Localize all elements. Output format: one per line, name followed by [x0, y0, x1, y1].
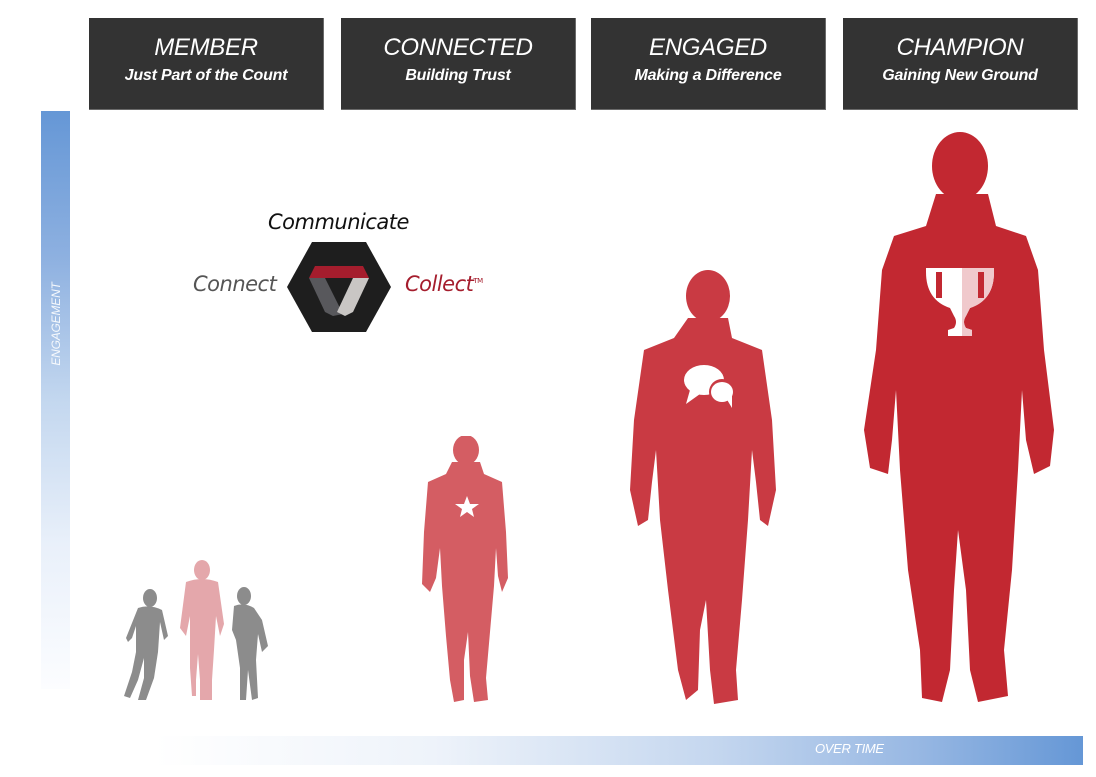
connected-figure	[416, 435, 512, 711]
member-person-right	[232, 587, 268, 700]
stage-header-champion: CHAMPION Gaining New Ground	[843, 18, 1078, 110]
stage-title: CONNECTED	[383, 34, 533, 61]
trademark-mark: TM	[473, 277, 483, 285]
member-person-center	[180, 560, 224, 700]
logo-word-connect: Connect	[193, 272, 277, 296]
collect-text: Collect	[405, 272, 474, 296]
connected-person-silhouette	[422, 435, 508, 702]
stage-title: MEMBER	[154, 34, 258, 61]
hexagon-logo-icon	[285, 240, 393, 334]
member-person-left	[124, 589, 168, 700]
stage-header-engaged: ENGAGED Making a Difference	[591, 18, 826, 110]
time-axis-label: OVER TIME	[815, 741, 884, 756]
champion-figure	[858, 130, 1068, 715]
logo-word-communicate: Communicate	[268, 210, 409, 234]
champion-person-silhouette	[864, 132, 1054, 702]
engagement-axis-label: ENGAGEMENT	[49, 282, 63, 366]
stage-header-connected: CONNECTED Building Trust	[341, 18, 576, 110]
engaged-person-silhouette	[630, 270, 776, 704]
logo-word-collect: CollectTM	[405, 272, 483, 296]
engaged-figure	[628, 270, 778, 715]
engagement-axis-bar	[41, 111, 70, 689]
member-figure-group	[120, 560, 280, 715]
stage-title: CHAMPION	[896, 34, 1024, 61]
stage-header-member: MEMBER Just Part of the Count	[89, 18, 324, 110]
stage-subtitle: Just Part of the Count	[124, 67, 288, 84]
stage-title: ENGAGED	[649, 34, 767, 61]
stage-subtitle: Building Trust	[405, 67, 511, 84]
time-axis-bar	[155, 736, 1083, 765]
stage-subtitle: Making a Difference	[634, 67, 782, 84]
stage-subtitle: Gaining New Ground	[882, 67, 1038, 84]
